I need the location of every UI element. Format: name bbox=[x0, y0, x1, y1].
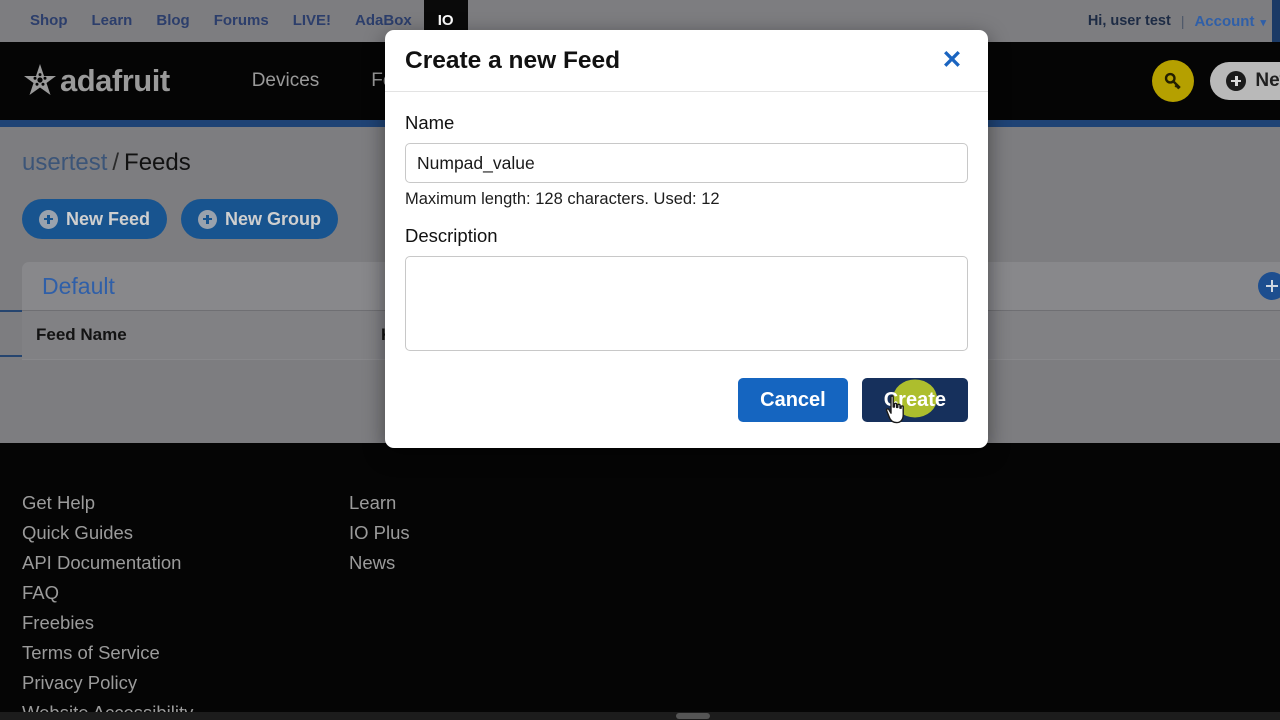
footer-link-learn[interactable]: Learn bbox=[349, 488, 410, 518]
breadcrumb-separator: / bbox=[112, 149, 120, 176]
footer-link-privacy-policy[interactable]: Privacy Policy bbox=[22, 668, 349, 698]
feed-name-input[interactable] bbox=[405, 143, 968, 183]
bottom-scrollbar-track[interactable] bbox=[0, 712, 1280, 720]
dialog-body: Name Maximum length: 128 characters. Use… bbox=[385, 92, 988, 356]
create-button[interactable]: Create bbox=[861, 378, 968, 424]
new-group-label: New Group bbox=[225, 208, 322, 229]
feed-group-title[interactable]: Default bbox=[42, 273, 115, 300]
footer-link-terms-of-service[interactable]: Terms of Service bbox=[22, 638, 349, 668]
create-button-label: Create bbox=[883, 388, 946, 411]
site-footer: Get Help Quick Guides API Documentation … bbox=[0, 443, 1280, 720]
footer-link-io-plus[interactable]: IO Plus bbox=[349, 518, 410, 548]
dialog-title: Create a new Feed bbox=[405, 46, 621, 74]
feed-description-textarea[interactable] bbox=[405, 256, 968, 351]
new-feed-button[interactable]: New Feed bbox=[22, 199, 168, 239]
topnav-link-blog[interactable]: Blog bbox=[144, 0, 201, 42]
nav-link-devices[interactable]: Devices bbox=[226, 70, 346, 92]
dialog-header: Create a new Feed ✕ bbox=[385, 30, 988, 92]
name-field-label: Name bbox=[405, 112, 455, 133]
add-feed-to-group-button[interactable] bbox=[1258, 272, 1280, 300]
screen: Shop Learn Blog Forums LIVE! AdaBox IO H… bbox=[0, 0, 1280, 720]
brand-logo[interactable]: adafruit bbox=[0, 61, 170, 101]
breadcrumb: usertest / Feeds bbox=[22, 149, 191, 177]
new-feed-label: New Feed bbox=[66, 208, 151, 229]
footer-columns: Get Help Quick Guides API Documentation … bbox=[22, 488, 410, 720]
page-action-buttons: New Feed New Group bbox=[22, 199, 339, 239]
account-menu-label: Account bbox=[1194, 12, 1255, 30]
footer-link-get-help[interactable]: Get Help bbox=[22, 488, 349, 518]
column-header-feed-name: Feed Name bbox=[36, 325, 127, 344]
dialog-action-buttons: Cancel Create bbox=[385, 356, 988, 424]
new-device-label: New De bbox=[1255, 70, 1280, 91]
breadcrumb-current: Feeds bbox=[124, 149, 191, 176]
adafruit-flower-logo-icon bbox=[20, 61, 60, 101]
footer-link-quick-guides[interactable]: Quick Guides bbox=[22, 518, 349, 548]
plus-circle-icon bbox=[198, 209, 218, 229]
footer-column-one: Get Help Quick Guides API Documentation … bbox=[22, 488, 349, 720]
new-group-button[interactable]: New Group bbox=[181, 199, 339, 239]
footer-link-freebies[interactable]: Freebies bbox=[22, 608, 349, 638]
new-device-button[interactable]: New De bbox=[1210, 62, 1280, 100]
plus-circle-icon bbox=[39, 209, 58, 229]
footer-link-api-documentation[interactable]: API Documentation bbox=[22, 548, 349, 578]
api-key-button[interactable] bbox=[1152, 60, 1195, 102]
footer-column-two: Learn IO Plus News bbox=[349, 488, 410, 720]
account-menu[interactable]: Account ▾ bbox=[1194, 13, 1266, 30]
footer-link-faq[interactable]: FAQ bbox=[22, 578, 349, 608]
breadcrumb-user[interactable]: usertest bbox=[22, 149, 107, 176]
separator: | bbox=[1180, 13, 1185, 29]
description-field-label: Description bbox=[405, 225, 498, 246]
topnav-link-forums[interactable]: Forums bbox=[202, 0, 281, 42]
key-icon bbox=[1165, 72, 1182, 90]
name-length-helper: Maximum length: 128 characters. Used: 12 bbox=[405, 190, 720, 208]
brand-name: adafruit bbox=[60, 63, 170, 98]
topnav-link-learn[interactable]: Learn bbox=[80, 0, 145, 42]
bottom-scrollbar-thumb[interactable] bbox=[676, 713, 710, 719]
top-utility-account-area: Hi, user test | Account ▾ bbox=[1088, 0, 1280, 42]
chevron-down-icon: ▾ bbox=[1260, 16, 1266, 29]
topnav-link-live[interactable]: LIVE! bbox=[281, 0, 343, 42]
cancel-button[interactable]: Cancel bbox=[738, 378, 848, 422]
close-icon[interactable]: ✕ bbox=[938, 46, 966, 74]
create-feed-dialog: Create a new Feed ✕ Name Maximum length:… bbox=[385, 30, 988, 448]
main-nav-actions: New De bbox=[1152, 60, 1280, 102]
footer-link-news[interactable]: News bbox=[349, 548, 410, 578]
topnav-link-shop[interactable]: Shop bbox=[18, 0, 80, 42]
topbar-right-edge bbox=[1272, 0, 1280, 42]
greeting-text: Hi, user test bbox=[1087, 13, 1171, 29]
plus-circle-icon bbox=[1226, 71, 1247, 91]
